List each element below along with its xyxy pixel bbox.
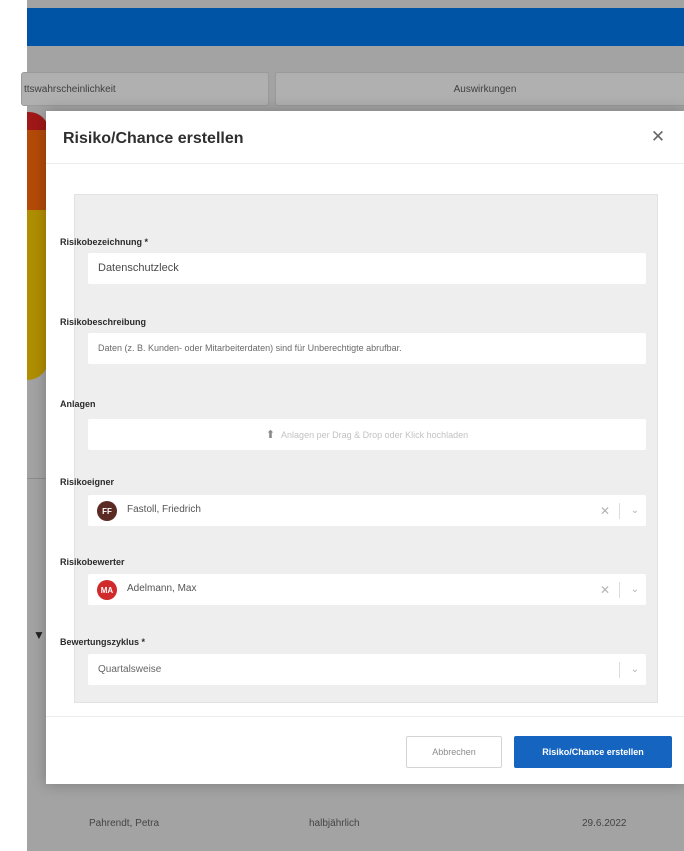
risk-name-label: Risikobezeichnung * xyxy=(60,237,149,247)
evaluation-cycle-value: Quartalsweise xyxy=(98,664,162,675)
divider xyxy=(619,581,620,598)
attachments-dropzone[interactable]: ⬆ Anlagen per Drag & Drop oder Klick hoc… xyxy=(88,419,646,450)
dialog-header: Risiko/Chance erstellen ✕ xyxy=(46,111,684,164)
row-cycle: halbjährlich xyxy=(309,818,360,829)
risk-owner-select[interactable]: FF Fastoll, Friedrich ✕ ⌄ xyxy=(88,495,646,526)
risk-evaluator-select[interactable]: MA Adelmann, Max ✕ ⌄ xyxy=(88,574,646,605)
clear-icon[interactable]: ✕ xyxy=(595,504,615,518)
risk-description-value: Daten (z. B. Kunden- oder Mitarbeiterdat… xyxy=(98,343,402,353)
avatar: MA xyxy=(97,580,117,600)
divider xyxy=(619,502,620,519)
dialog-title: Risiko/Chance erstellen xyxy=(63,130,244,147)
chevron-down-icon[interactable]: ⌄ xyxy=(624,584,646,595)
table-row: Pahrendt, Petra halbjährlich 29.6.2022 xyxy=(27,808,684,844)
avatar: FF xyxy=(97,501,117,521)
cancel-button[interactable]: Abbrechen xyxy=(406,736,502,768)
risk-evaluator-value: Adelmann, Max xyxy=(127,583,197,594)
background-table-header: ttswahrscheinlichkeit Auswirkungen xyxy=(21,72,684,110)
evaluation-cycle-label: Bewertungszyklus * xyxy=(60,637,146,647)
chevron-down-icon[interactable]: ⌄ xyxy=(624,664,646,675)
risk-description-label: Risikobeschreibung xyxy=(60,317,147,327)
top-bar xyxy=(27,8,684,46)
attachments-label: Anlagen xyxy=(60,399,96,409)
row-person: Pahrendt, Petra xyxy=(89,818,160,829)
left-strip xyxy=(0,0,27,851)
evaluation-cycle-select[interactable]: Quartalsweise ⌄ xyxy=(88,654,646,685)
column-header-impact: Auswirkungen xyxy=(275,72,684,106)
chevron-down-icon[interactable]: ⌄ xyxy=(624,505,646,516)
attachments-placeholder: Anlagen per Drag & Drop oder Klick hochl… xyxy=(281,429,469,440)
close-icon[interactable]: ✕ xyxy=(648,127,668,147)
create-risk-dialog: Risiko/Chance erstellen ✕ Risikobezeichn… xyxy=(46,111,684,784)
filter-icon: ▼ xyxy=(33,628,45,642)
create-risk-button[interactable]: Risiko/Chance erstellen xyxy=(514,736,672,768)
risk-owner-label: Risikoeigner xyxy=(60,477,115,487)
clear-icon[interactable]: ✕ xyxy=(595,583,615,597)
upload-icon: ⬆ xyxy=(265,429,276,441)
dialog-footer: Abbrechen Risiko/Chance erstellen xyxy=(46,716,684,784)
divider xyxy=(619,661,620,678)
column-header-probability: ttswahrscheinlichkeit xyxy=(21,72,269,106)
risk-description-input[interactable]: Daten (z. B. Kunden- oder Mitarbeiterdat… xyxy=(88,333,646,364)
risk-owner-value: Fastoll, Friedrich xyxy=(127,504,201,515)
risk-evaluator-label: Risikobewerter xyxy=(60,557,125,567)
row-date: 29.6.2022 xyxy=(582,818,627,829)
risk-name-value: Datenschutzleck xyxy=(98,262,179,274)
risk-name-input[interactable]: Datenschutzleck xyxy=(88,253,646,284)
